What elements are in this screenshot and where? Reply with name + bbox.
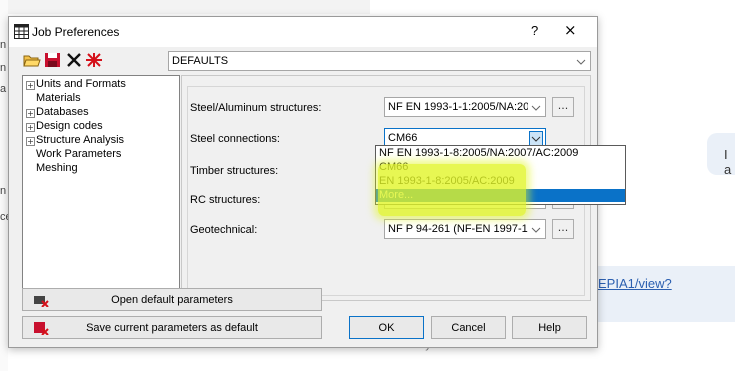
background-left-char: a xyxy=(0,83,7,95)
help-label: Help xyxy=(538,322,561,334)
dialog-title: Job Preferences xyxy=(32,25,120,39)
chevron-down-icon xyxy=(531,227,541,233)
background-link-bubble xyxy=(580,266,735,322)
steel-aluminum-select[interactable]: NF EN 1993-1-1:2005/NA:201 xyxy=(384,97,546,117)
highlight-mark xyxy=(378,164,526,216)
preset-select[interactable]: DEFAULTS xyxy=(168,51,591,71)
expand-icon[interactable]: + xyxy=(26,109,35,118)
chevron-down-icon xyxy=(531,105,541,111)
background-left-char: n xyxy=(0,62,7,74)
cancel-button[interactable]: Cancel xyxy=(431,316,506,339)
geotechnical-select[interactable]: NF P 94-261 (NF-EN 1997-1:2 xyxy=(384,219,546,239)
close-icon[interactable]: × xyxy=(564,21,577,39)
save-default-label: Save current parameters as default xyxy=(86,322,258,334)
cancel-label: Cancel xyxy=(451,322,486,334)
steel-aluminum-label: Steel/Aluminum structures: xyxy=(190,102,322,114)
tree-item-design-codes[interactable]: Design codes xyxy=(36,120,103,132)
background-left-char: n xyxy=(0,185,7,197)
save-as-default-button[interactable]: Save current parameters as default xyxy=(22,316,322,339)
help-icon[interactable]: ? xyxy=(531,23,538,38)
preset-select-value: DEFAULTS xyxy=(172,55,229,67)
steel-connections-value: CM66 xyxy=(388,132,418,144)
tree-item-meshing[interactable]: Meshing xyxy=(36,162,78,174)
background-left-char: n xyxy=(0,39,7,51)
steel-aluminum-more-button[interactable]: ... xyxy=(552,97,574,117)
delete-icon[interactable] xyxy=(65,52,83,68)
save-icon[interactable] xyxy=(44,52,62,68)
open-default-label: Open default parameters xyxy=(111,294,233,306)
geotechnical-label: Geotechnical: xyxy=(190,224,258,236)
tree-item-materials[interactable]: Materials xyxy=(36,92,81,104)
steel-aluminum-value: NF EN 1993-1-1:2005/NA:201 xyxy=(388,101,528,113)
chevron-down-icon xyxy=(529,131,543,146)
dropdown-option[interactable]: NF EN 1993-1-8:2005/NA:2007/AC:2009 xyxy=(376,147,625,160)
steel-connections-label: Steel connections: xyxy=(190,133,280,145)
title-bar: Job Preferences ? × xyxy=(9,17,597,47)
ok-button[interactable]: OK xyxy=(349,316,424,339)
timber-structures-label: Timber structures: xyxy=(190,165,279,177)
expand-icon[interactable]: + xyxy=(26,123,35,132)
app-grid-icon xyxy=(14,24,29,39)
open-default-parameters-button[interactable]: Open default parameters xyxy=(22,288,322,311)
expand-icon[interactable]: + xyxy=(26,137,35,146)
help-button[interactable]: Help xyxy=(512,316,587,339)
preferences-tree: + Units and Formats Materials + Database… xyxy=(22,75,180,301)
background-window-strip xyxy=(0,0,370,14)
geotechnical-more-button[interactable]: ... xyxy=(552,219,574,239)
background-message-text: I a xyxy=(724,147,732,177)
reset-icon[interactable] xyxy=(85,52,103,68)
chevron-down-icon xyxy=(576,59,586,65)
geotechnical-value: NF P 94-261 (NF-EN 1997-1:2 xyxy=(388,223,528,235)
background-link[interactable]: EPIA1/view? xyxy=(598,276,672,291)
ok-label: OK xyxy=(378,322,395,334)
tree-item-databases[interactable]: Databases xyxy=(36,106,89,118)
tree-item-structure-analysis[interactable]: Structure Analysis xyxy=(36,134,124,146)
open-folder-icon[interactable] xyxy=(23,52,41,68)
tree-item-units-and-formats[interactable]: Units and Formats xyxy=(36,78,126,90)
expand-icon[interactable]: + xyxy=(26,81,35,90)
tree-item-work-parameters[interactable]: Work Parameters xyxy=(36,148,121,160)
rc-structures-label: RC structures: xyxy=(190,194,261,206)
